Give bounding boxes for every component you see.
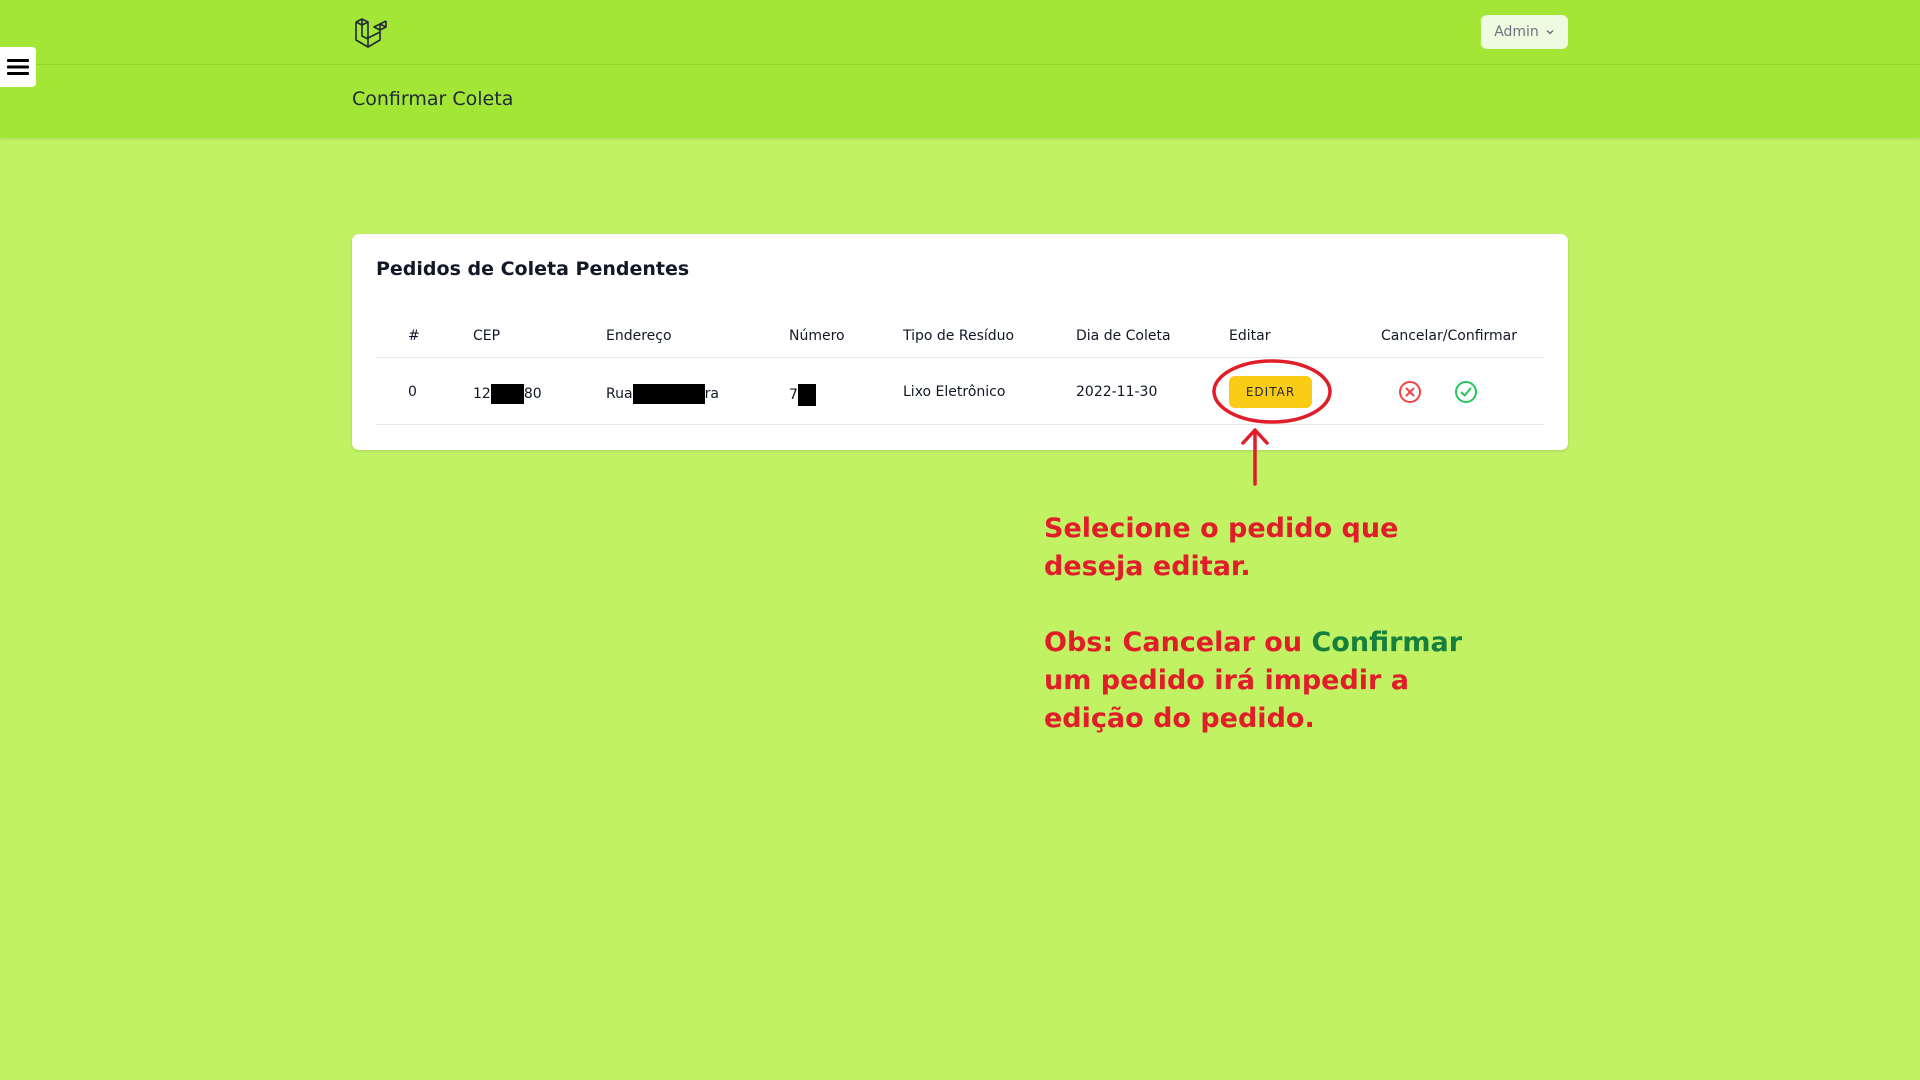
- column-header-id: #: [408, 328, 420, 344]
- user-menu-button[interactable]: Admin: [1481, 15, 1568, 49]
- column-header-endereco: Endereço: [606, 328, 672, 344]
- cep-visible-start: 12: [473, 386, 491, 402]
- annotation-line: Selecione o pedido que: [1044, 513, 1399, 544]
- pending-requests-card: Pedidos de Coleta Pendentes # CEP Endere…: [352, 234, 1568, 450]
- laravel-logo-icon[interactable]: [352, 14, 388, 50]
- cell-id: 0: [408, 384, 417, 400]
- user-menu-label: Admin: [1494, 24, 1539, 40]
- page-header: [0, 65, 1920, 138]
- card-title: Pedidos de Coleta Pendentes: [376, 258, 690, 280]
- cell-tipo-residuo: Lixo Eletrônico: [903, 384, 1006, 400]
- annotation-line: deseja editar.: [1044, 551, 1251, 582]
- annotation-obs-line: Obs: Cancelar ou Confirmar: [1044, 624, 1524, 662]
- annotation-confirm-word: Confirmar: [1311, 627, 1463, 658]
- cell-numero: 7: [789, 384, 816, 406]
- endereco-visible-end: ra: [704, 386, 719, 402]
- annotation-line: edição do pedido.: [1044, 703, 1315, 734]
- redaction-block: [490, 384, 524, 404]
- chevron-down-icon: [1546, 29, 1554, 35]
- redaction-block: [797, 384, 816, 406]
- sidebar-toggle-button[interactable]: [0, 47, 36, 87]
- check-circle-icon[interactable]: [1452, 378, 1480, 406]
- annotation-arrow-icon: [1241, 428, 1269, 486]
- highlight-ellipse: [1212, 359, 1332, 424]
- column-header-tipo-residuo: Tipo de Resíduo: [903, 328, 1015, 344]
- annotation-line: um pedido irá impedir a: [1044, 665, 1409, 696]
- column-header-dia-coleta: Dia de Coleta: [1076, 328, 1171, 344]
- numero-visible-start: 7: [789, 387, 798, 403]
- top-navigation-bar: Admin: [0, 0, 1920, 65]
- column-header-cep: CEP: [473, 328, 501, 344]
- redaction-block: [632, 384, 705, 404]
- table-row-divider: [376, 424, 1544, 425]
- annotation-obs-text: Obs: Cancelar ou: [1044, 627, 1312, 658]
- cep-visible-end: 80: [523, 386, 542, 402]
- column-header-cancelar-confirmar: Cancelar/Confirmar: [1381, 328, 1517, 344]
- cell-endereco: Rua ra: [606, 384, 719, 404]
- page-title: Confirmar Coleta: [352, 88, 514, 110]
- annotation-text: Selecione o pedido que deseja editar. Ob…: [1044, 510, 1524, 738]
- cell-cep: 12 80: [473, 384, 542, 404]
- cell-dia-coleta: 2022-11-30: [1076, 384, 1158, 400]
- x-circle-icon[interactable]: [1396, 378, 1424, 406]
- column-header-numero: Número: [789, 328, 845, 344]
- table-header-divider: [376, 357, 1544, 358]
- column-header-editar: Editar: [1229, 328, 1271, 344]
- endereco-visible-start: Rua: [606, 386, 633, 402]
- hamburger-icon: [7, 59, 29, 75]
